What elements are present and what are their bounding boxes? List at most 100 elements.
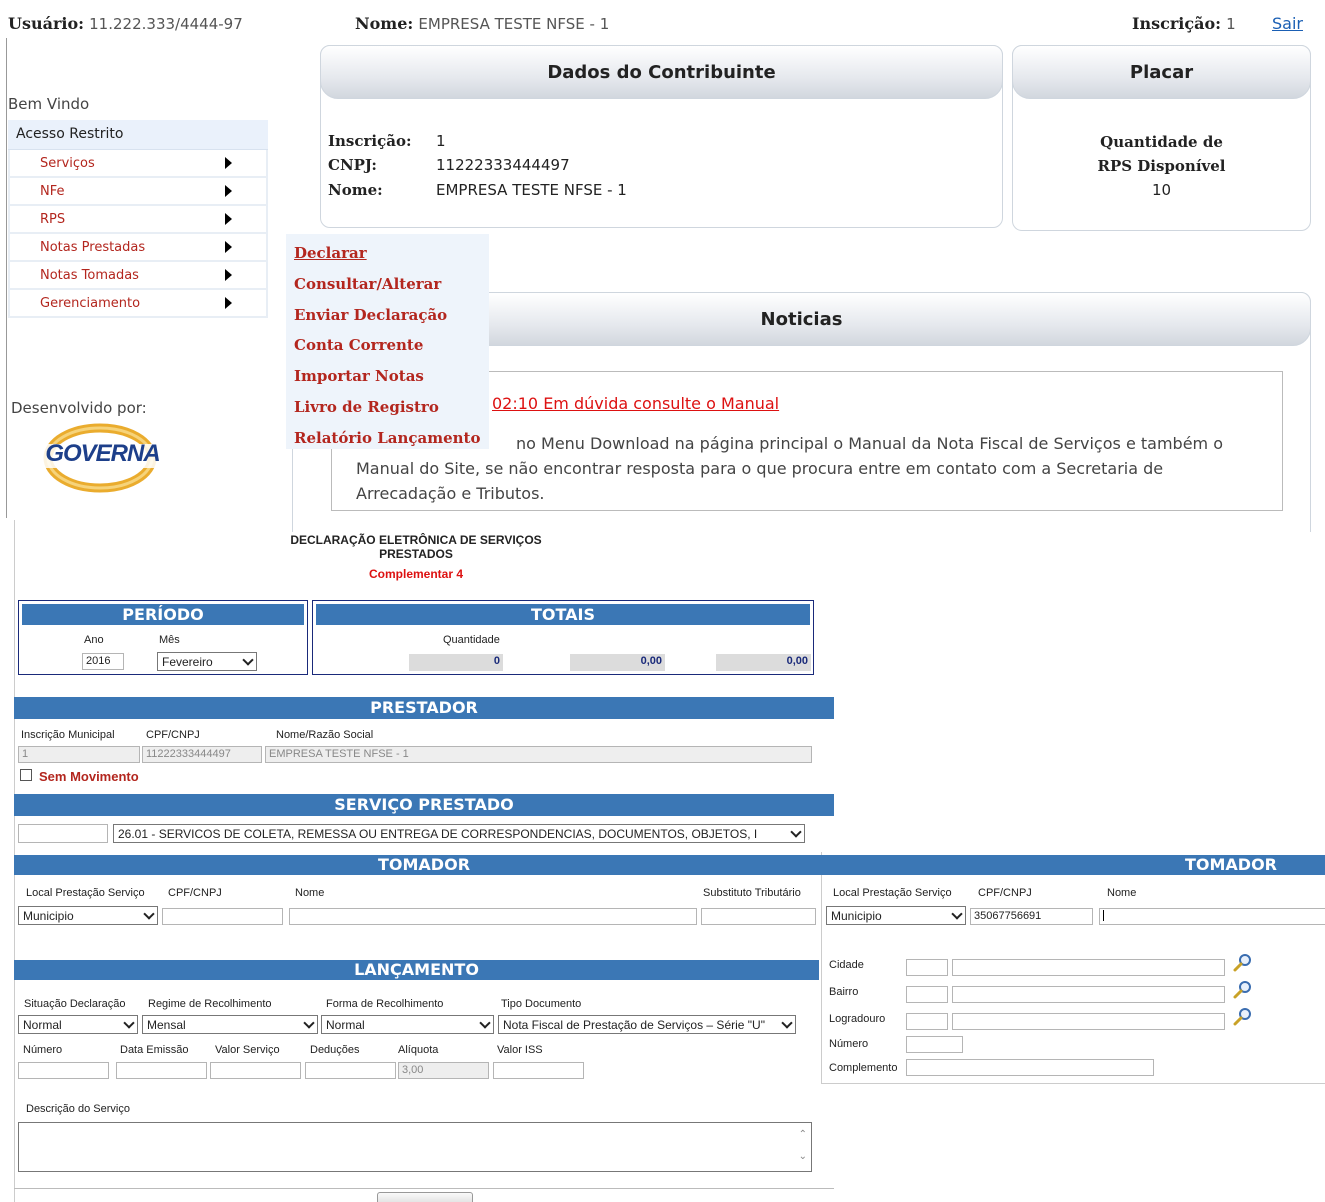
substituto-input[interactable]	[701, 908, 816, 925]
submenu-livro-registro[interactable]: Livro de Registro	[294, 392, 481, 423]
submenu-enviar-declaracao[interactable]: Enviar Declaração	[294, 300, 481, 331]
form-subtitle: Complementar 4	[368, 567, 464, 581]
arrow-right-icon	[225, 241, 232, 253]
tipo-label: Tipo Documento	[501, 998, 582, 1010]
descricao-textarea[interactable]: ⌃ ⌄	[18, 1122, 812, 1172]
nome-label: Nome:	[355, 14, 414, 33]
regime-label: Regime de Recolhimento	[148, 998, 272, 1010]
tipo-documento-select[interactable]: Nota Fiscal de Prestação de Serviços – S…	[498, 1015, 796, 1034]
scroll-up-icon[interactable]: ⌃	[799, 1129, 807, 1140]
tomador2-cpf-input[interactable]: 35067756691	[970, 908, 1093, 925]
tomador2-nome-input[interactable]	[1099, 908, 1325, 925]
logradouro-search-icon[interactable]	[1231, 1007, 1253, 1027]
deducoes-label: Deduções	[310, 1044, 360, 1056]
inscricao-value: 1	[1226, 15, 1236, 33]
inscricao-label: Inscrição:	[1132, 14, 1222, 33]
panel-title: Noticias	[760, 308, 843, 330]
bairro-code-input[interactable]	[906, 986, 948, 1003]
servico-select[interactable]: 26.01 - SERVICOS DE COLETA, REMESSA OU E…	[113, 824, 805, 843]
form-title: DECLARAÇÃO ELETRÔNICA DE SERVIÇOS PRESTA…	[160, 533, 672, 581]
logradouro-code-input[interactable]	[906, 1013, 948, 1030]
sidebar-item-notas-prestadas[interactable]: Notas Prestadas	[8, 234, 268, 262]
forma-selected: Normal	[326, 1017, 365, 1032]
totais-box: TOTAIS Quantidade 0 0,00 0,00	[312, 600, 814, 675]
sidebar-item-rps[interactable]: RPS	[8, 206, 268, 234]
logradouro-label: Logradouro	[829, 1013, 886, 1025]
arrow-right-icon	[225, 185, 232, 197]
cidade-name-input[interactable]	[952, 959, 1225, 976]
valor-iss-input[interactable]	[493, 1062, 584, 1079]
totais-title: TOTAIS	[316, 604, 810, 625]
situacao-selected: Normal	[23, 1017, 62, 1032]
sidebar-item-nfe[interactable]: NFe	[8, 178, 268, 206]
sidebar-item-gerenciamento[interactable]: Gerenciamento	[8, 290, 268, 318]
tomador2-header: TOMADOR	[821, 855, 1325, 875]
menu-label: Notas Tomadas	[40, 267, 139, 283]
tomador2-local-select[interactable]: Municipio	[826, 906, 966, 925]
ano-label: Ano	[84, 634, 104, 646]
valor-servico-label: Valor Serviço	[215, 1044, 280, 1056]
placar-title: Placar	[1012, 45, 1311, 99]
ano-input[interactable]: 2016	[82, 653, 124, 670]
chevron-down-icon	[143, 907, 155, 920]
submenu-importar-notas[interactable]: Importar Notas	[294, 361, 481, 392]
submit-button[interactable]	[377, 1192, 473, 1202]
numero-input[interactable]	[18, 1062, 109, 1079]
tomador-cpf-label: CPF/CNPJ	[168, 887, 222, 899]
deducoes-input[interactable]	[305, 1062, 396, 1079]
regime-select[interactable]: Mensal	[142, 1015, 318, 1034]
sidebar-item-servicos[interactable]: Serviços	[8, 150, 268, 178]
complemento-label: Complemento	[829, 1062, 898, 1074]
company-name: Nome: EMPRESA TESTE NFSE - 1	[355, 14, 609, 33]
sem-movimento-checkbox[interactable]	[20, 769, 32, 781]
tomador2-numero-input[interactable]	[906, 1036, 963, 1053]
sidebar-item-notas-tomadas[interactable]: Notas Tomadas	[8, 262, 268, 290]
situacao-select[interactable]: Normal	[18, 1015, 138, 1034]
servico-code-input[interactable]	[18, 824, 108, 843]
complemento-input[interactable]	[906, 1059, 1154, 1076]
placar-value: 10	[1151, 181, 1172, 199]
chevron-down-icon	[781, 1016, 793, 1029]
local-prestacao-select[interactable]: Municipio	[18, 906, 158, 925]
tomador-nome-input[interactable]	[289, 908, 697, 925]
aliquota-label: Alíquota	[398, 1044, 439, 1056]
tomador2-local-label: Local Prestação Serviço	[833, 887, 952, 899]
mes-select[interactable]: Fevereiro	[157, 652, 257, 671]
tomador-cpf-input[interactable]	[162, 908, 283, 925]
placar-body: Quantidade de RPS Disponível 10	[1013, 130, 1310, 202]
logout-link[interactable]: Sair	[1272, 14, 1303, 33]
submenu-conta-corrente[interactable]: Conta Corrente	[294, 330, 481, 361]
news-link[interactable]: 02:10 Em dúvida consulte o Manual	[492, 394, 779, 413]
form-title-line: PRESTADOS	[379, 547, 453, 561]
prestador-header: PRESTADOR	[14, 697, 834, 719]
substituto-label: Substituto Tributário	[703, 887, 801, 899]
forma-select[interactable]: Normal	[321, 1015, 494, 1034]
cidade-code-input[interactable]	[906, 959, 948, 976]
cidade-label: Cidade	[829, 959, 864, 971]
scroll-down-icon[interactable]: ⌄	[799, 1151, 807, 1162]
regime-selected: Mensal	[147, 1017, 186, 1032]
tomador2-nome-label: Nome	[1107, 887, 1137, 899]
chevron-down-icon	[303, 1016, 315, 1029]
submenu-relatorio-lancamento[interactable]: Relatório Lançamento	[294, 423, 481, 454]
submenu-declarar[interactable]: Declarar	[294, 238, 481, 269]
inscricao-municipal-label: Inscrição Municipal	[21, 729, 115, 741]
news-line: Manual do Site, se não encontrar respost…	[356, 459, 1164, 478]
dados-nome-label: Nome:	[328, 181, 383, 199]
valor-servico-input[interactable]	[210, 1062, 301, 1079]
bairro-name-input[interactable]	[952, 986, 1225, 1003]
tomador2-numero-label: Número	[829, 1038, 869, 1050]
periodo-box: PERÍODO Ano Mês 2016 Fevereiro	[18, 600, 308, 675]
menu-label: RPS	[40, 211, 66, 227]
mes-selected: Fevereiro	[162, 654, 213, 669]
bairro-search-icon[interactable]	[1231, 980, 1253, 1000]
news-text: no Menu Download na página principal o M…	[356, 431, 1266, 506]
local-selected: Municipio	[23, 908, 74, 923]
logradouro-name-input[interactable]	[952, 1013, 1225, 1030]
arrow-right-icon	[225, 157, 232, 169]
nome-value: EMPRESA TESTE NFSE - 1	[418, 15, 610, 33]
data-emissao-input[interactable]	[116, 1062, 207, 1079]
cidade-search-icon[interactable]	[1231, 953, 1253, 973]
form-title-line: DECLARAÇÃO ELETRÔNICA DE SERVIÇOS	[290, 533, 542, 547]
submenu-consultar-alterar[interactable]: Consultar/Alterar	[294, 269, 481, 300]
